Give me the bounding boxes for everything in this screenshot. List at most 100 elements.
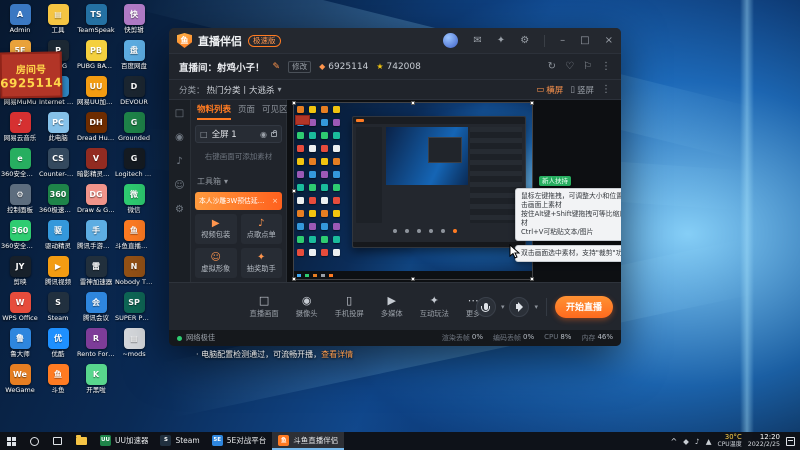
feature-card[interactable]: ♪ 点歌点单	[240, 214, 282, 244]
toolbox-section[interactable]: 工具箱 ▾	[191, 176, 286, 187]
desktop-icon[interactable]: W WPS Office	[2, 292, 38, 324]
resize-handle[interactable]	[411, 277, 415, 281]
desktop-icon[interactable]: TS TeamSpeak	[77, 4, 115, 36]
toolbar-item[interactable]: ✦ 互动玩法	[420, 294, 449, 319]
taskbar-app-button[interactable]: S Steam	[154, 432, 205, 450]
resize-handle[interactable]	[411, 101, 415, 105]
edit-title-button[interactable]: 修改	[288, 60, 312, 73]
feature-card[interactable]: ✦ 抽奖助手	[240, 248, 282, 278]
settings-icon[interactable]: ⚙	[520, 35, 529, 46]
start-stream-button[interactable]: 开始直播	[554, 295, 613, 318]
toolbar-item[interactable]: ▶ 多媒体	[381, 294, 403, 319]
resize-handle[interactable]	[292, 189, 296, 193]
feature-card[interactable]: ▶ 视频包装	[195, 214, 237, 244]
desktop-icon[interactable]: R Rento Fortune	[77, 328, 115, 360]
desktop-icon[interactable]: 360 360极速浏览器	[39, 184, 77, 216]
desktop-icon[interactable]: UU 网易UU加速器	[77, 76, 115, 108]
resize-handle[interactable]	[292, 277, 296, 281]
speaker-dropdown-icon[interactable]: ▾	[534, 303, 538, 311]
scene-item[interactable]: □ 全屏 1 ◉	[195, 125, 282, 143]
toolbar-item[interactable]: ◉ 摄像头	[296, 294, 318, 319]
desktop-icon[interactable]: DG Draw & Guess	[77, 184, 115, 216]
desktop-icon[interactable]: 雷 雷神加速器	[78, 256, 114, 288]
promo-close-icon[interactable]: ×	[272, 197, 278, 205]
desktop-icon[interactable]: S Steam	[40, 292, 76, 324]
mic-dropdown-icon[interactable]: ▾	[501, 303, 505, 311]
sidebar-tab[interactable]: 可见区	[262, 103, 288, 120]
taskbar-app-button[interactable]: 5E 5E对战平台	[206, 432, 273, 450]
desktop-icon[interactable]: D DEVOUR	[116, 76, 152, 108]
desktop-icon[interactable]: ♪ 网易云音乐	[2, 112, 38, 144]
file-explorer-button[interactable]	[69, 432, 94, 450]
task-view-button[interactable]	[46, 432, 69, 450]
minimize-button[interactable]: –	[560, 35, 565, 46]
desktop-icon[interactable]: ▶ 腾讯视频	[40, 256, 76, 288]
desktop-icon[interactable]: CS Counter-Strike: GO	[39, 148, 77, 180]
user-avatar[interactable]	[443, 33, 459, 48]
tray-expand-icon[interactable]: ^	[670, 437, 677, 446]
microphone-button[interactable]	[475, 296, 496, 317]
desktop-icon[interactable]: 优 优酷	[40, 328, 76, 360]
cpu-temp-widget[interactable]: 30°C CPU温度	[718, 434, 742, 449]
desktop-icon[interactable]: We WeGame	[2, 364, 38, 396]
landscape-toggle[interactable]: ▭ 横屏	[536, 84, 563, 96]
taskbar-app-button[interactable]: UU UU加速器	[94, 432, 154, 450]
desktop-icon[interactable]: 微 微信	[116, 184, 152, 216]
desktop-icon[interactable]: 盘 百度网盘	[116, 40, 152, 72]
tray-network-icon[interactable]: ▲	[706, 437, 712, 446]
desktop-icon[interactable]: 鱼 斗鱼	[40, 364, 76, 396]
toast-link[interactable]: 查看详情	[321, 350, 353, 359]
close-button[interactable]: ×	[605, 35, 613, 46]
heart-icon[interactable]: ♡	[565, 61, 574, 72]
portrait-toggle[interactable]: ▯ 竖屏	[570, 84, 594, 96]
desktop-icon[interactable]: 360 360安全卫士	[1, 220, 39, 252]
resize-handle[interactable]	[292, 101, 296, 105]
category-value[interactable]: 热门分类丨大逃杀	[207, 84, 275, 96]
sidebar-tab[interactable]: 物料列表	[197, 103, 232, 120]
resize-handle[interactable]	[530, 277, 534, 281]
desktop-icon[interactable]: PC 此电脑	[40, 112, 76, 144]
taskbar-app-button[interactable]: 鱼 斗鱼直播伴侣	[272, 432, 345, 450]
clock[interactable]: 12:20 2022/2/25	[748, 434, 780, 449]
gift-icon[interactable]: ✦	[497, 35, 505, 46]
resize-handle[interactable]	[530, 101, 534, 105]
desktop-icon[interactable]: 鱼 斗鱼直播伴侣	[115, 220, 153, 252]
start-button[interactable]	[0, 432, 23, 450]
maximize-button[interactable]: □	[580, 35, 589, 46]
toolbar-item[interactable]: ▯ 手机投屏	[335, 294, 364, 319]
notification-center-icon[interactable]	[786, 436, 795, 446]
desktop-icon[interactable]: DH Dread Hunger	[77, 112, 115, 144]
rail-icon[interactable]: ☺	[174, 180, 184, 191]
search-button[interactable]	[23, 432, 46, 450]
desktop-icon[interactable]: JY 剪映	[2, 256, 38, 288]
toolbar-item[interactable]: □ 直播画面	[250, 294, 279, 319]
sidebar-tab[interactable]: 页面	[238, 103, 255, 120]
desktop-icon[interactable]: ▤ ~mods	[116, 328, 152, 360]
preview-canvas[interactable]: 新人扶持 鼠标左键拖拽，可调整大小和位置，双击画面上素材按住Alt键+Shift…	[287, 100, 621, 282]
desktop-icon[interactable]: G Logitech G HUB	[115, 148, 153, 180]
desktop-icon[interactable]: e 360安全浏览器	[1, 148, 39, 180]
rail-icon[interactable]: ◉	[175, 132, 184, 143]
desktop-icon[interactable]: 手 腾讯手游助手	[77, 220, 115, 252]
desktop-icon[interactable]: ▤ 工具	[40, 4, 76, 36]
desktop-icon[interactable]: 会 腾讯会议	[78, 292, 114, 324]
more-icon[interactable]: ⋮	[601, 61, 611, 72]
message-icon[interactable]: ✉	[473, 35, 481, 46]
desktop-icon[interactable]: SP SUPER PEOPLE CBT	[115, 292, 153, 324]
desktop-icon[interactable]: A Admin	[2, 4, 38, 36]
desktop-icon[interactable]: 鲁 鲁大师	[2, 328, 38, 360]
refresh-icon[interactable]: ↻	[548, 61, 556, 72]
tray-security-icon[interactable]: ◆	[683, 437, 689, 446]
visibility-icon[interactable]: ◉	[260, 130, 267, 139]
desktop-icon[interactable]: N Nobody The Turnaround	[115, 256, 153, 288]
rail-icon[interactable]: ♪	[176, 156, 182, 167]
desktop-icon[interactable]: G Grounded	[116, 112, 152, 144]
speaker-button[interactable]	[509, 296, 530, 317]
desktop-icon[interactable]: PB PUBG BATTLEGROUNDS	[77, 40, 115, 72]
desktop-icon[interactable]: 快 快剪辑	[116, 4, 152, 36]
tray-volume-icon[interactable]: ♪	[695, 437, 700, 446]
desktop-icon[interactable]: K 开黑啦	[78, 364, 114, 396]
desktop-icon[interactable]: ⚙ 控制面板	[2, 184, 38, 216]
screen-capture-source[interactable]	[294, 103, 532, 279]
desktop-icon[interactable]: 驱 驱动精灵	[40, 220, 76, 252]
